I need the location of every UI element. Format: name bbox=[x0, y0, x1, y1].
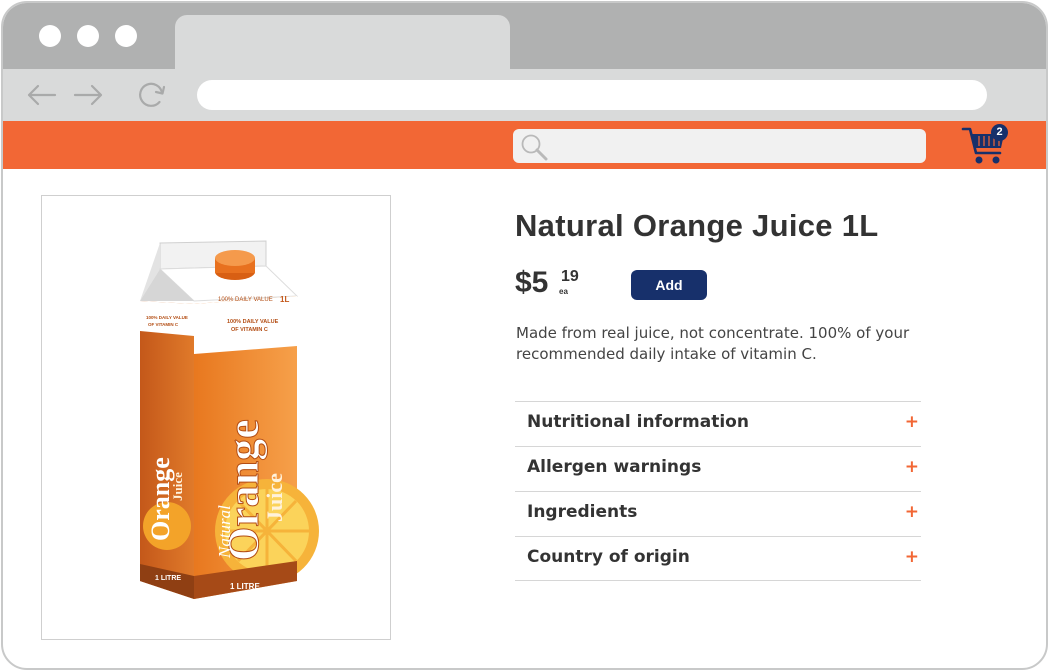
window-minimize-button[interactable] bbox=[77, 25, 99, 47]
browser-navbar bbox=[3, 69, 1046, 121]
carton-vitamin-c: OF VITAMIN C bbox=[231, 327, 268, 333]
carton-daily-value: 100% DAILY VALUE bbox=[227, 319, 279, 325]
accordion-label: Allergen warnings bbox=[527, 457, 702, 477]
cart-button[interactable]: 2 bbox=[961, 123, 1009, 167]
browser-tab[interactable] bbox=[175, 15, 510, 71]
add-to-cart-button[interactable]: Add bbox=[631, 270, 707, 300]
expand-plus-icon[interactable]: + bbox=[905, 547, 919, 567]
product-image: 100% DAILY VALUE 1L 100% DAILY VALUE OF … bbox=[41, 195, 391, 640]
back-arrow-icon[interactable] bbox=[25, 80, 59, 110]
expand-plus-icon[interactable]: + bbox=[905, 502, 919, 522]
search-input[interactable] bbox=[513, 129, 926, 163]
address-bar[interactable] bbox=[197, 80, 987, 110]
product-accordion: Nutritional information + Allergen warni… bbox=[515, 401, 921, 581]
window-maximize-button[interactable] bbox=[115, 25, 137, 47]
carton-daily-value-top: 100% DAILY VALUE bbox=[218, 297, 273, 303]
carton-side-vitamin: OF VITAMIN C bbox=[148, 322, 179, 327]
expand-plus-icon[interactable]: + bbox=[905, 412, 919, 432]
juice-carton-image: 100% DAILY VALUE 1L 100% DAILY VALUE OF … bbox=[140, 240, 319, 599]
price-dollars: $5 bbox=[515, 266, 549, 299]
carton-litre-side: 1 LITRE bbox=[155, 575, 181, 582]
accordion-item-ingredients[interactable]: Ingredients + bbox=[515, 491, 921, 536]
cart-count-badge: 2 bbox=[991, 124, 1008, 141]
carton-natural-text: Natural bbox=[215, 505, 234, 559]
carton-juice-text: Juice bbox=[262, 473, 287, 522]
carton-side-daily: 100% DAILY VALUE bbox=[146, 315, 188, 320]
expand-plus-icon[interactable]: + bbox=[905, 457, 919, 477]
accordion-item-nutritional-information[interactable]: Nutritional information + bbox=[515, 401, 921, 446]
accordion-label: Ingredients bbox=[527, 502, 638, 522]
accordion-label: Nutritional information bbox=[527, 412, 749, 432]
product-title: Natural Orange Juice 1L bbox=[515, 208, 879, 243]
carton-litre-front: 1 LITRE bbox=[230, 582, 260, 591]
price-unit: ea bbox=[559, 287, 568, 296]
accordion-item-allergen-warnings[interactable]: Allergen warnings + bbox=[515, 446, 921, 491]
window-close-button[interactable] bbox=[39, 25, 61, 47]
title-bar bbox=[3, 3, 1046, 71]
browser-window: 2 100% DAILY VALUE 1L 100% DAILY VALUE O… bbox=[1, 1, 1048, 670]
forward-arrow-icon[interactable] bbox=[71, 80, 105, 110]
carton-side-juice-text: Juice bbox=[170, 472, 185, 501]
product-price: $5 19 ea bbox=[515, 266, 579, 300]
accordion-item-country-of-origin[interactable]: Country of origin + bbox=[515, 536, 921, 581]
price-cents: 19 bbox=[561, 268, 579, 285]
carton-size-label: 1L bbox=[280, 295, 289, 304]
reload-icon[interactable] bbox=[135, 80, 169, 110]
search-icon[interactable] bbox=[519, 132, 551, 166]
store-header: 2 bbox=[3, 121, 1046, 169]
product-description: Made from real juice, not concentrate. 1… bbox=[516, 324, 910, 363]
accordion-label: Country of origin bbox=[527, 547, 690, 567]
